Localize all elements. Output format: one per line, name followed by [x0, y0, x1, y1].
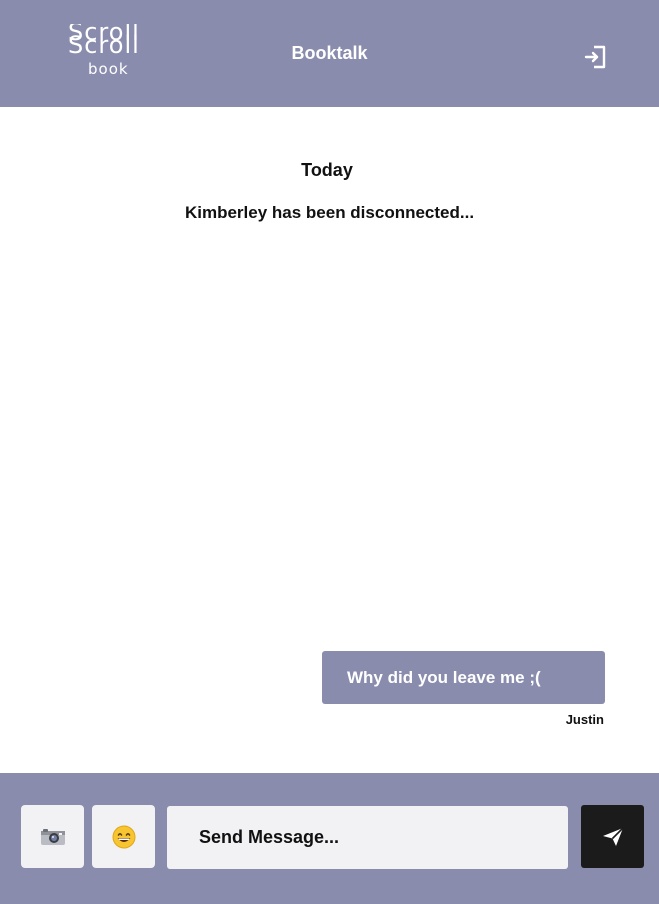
camera-button[interactable]	[21, 805, 84, 868]
message-sender: Justin	[565, 712, 604, 727]
message-input[interactable]	[167, 806, 568, 869]
send-button[interactable]	[581, 805, 644, 868]
message-bubble: Why did you leave me ;(	[322, 651, 605, 704]
grinning-face-icon	[112, 825, 135, 848]
camera-icon	[40, 828, 65, 845]
page-title: Booktalk	[291, 43, 368, 63]
logout-door-icon	[584, 45, 606, 69]
date-separator: Today	[301, 160, 353, 180]
emoji-button[interactable]	[92, 805, 155, 868]
message-text: Why did you leave me ;(	[347, 668, 541, 687]
paper-plane-icon	[602, 826, 624, 846]
system-message: Kimberley has been disconnected...	[184, 203, 475, 222]
message-composer	[0, 773, 659, 904]
logout-button[interactable]	[584, 42, 610, 70]
app-header: Scroll Scroll book Booktalk	[0, 0, 659, 107]
